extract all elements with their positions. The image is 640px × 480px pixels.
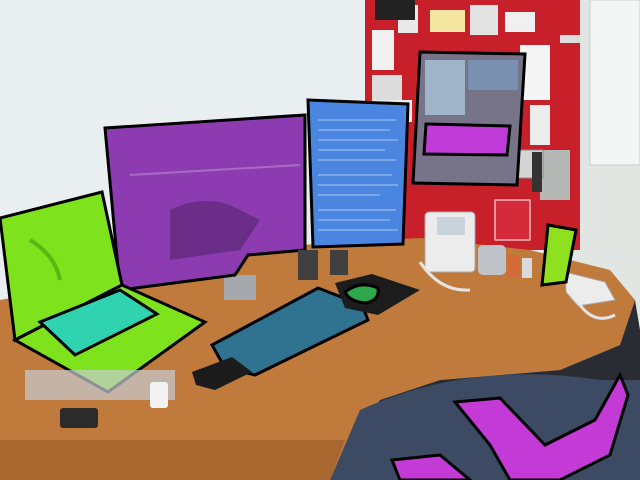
whiteboard — [589, 0, 640, 166]
wall-phone-bracket — [540, 150, 570, 200]
remote — [150, 382, 168, 408]
desk-front-edge — [0, 440, 345, 480]
bottle-2 — [522, 258, 532, 278]
office-desk-photo — [0, 0, 640, 480]
usb-hub — [60, 408, 98, 428]
bottle — [508, 255, 520, 277]
scene-svg — [0, 0, 640, 480]
pen-holder — [478, 245, 506, 275]
